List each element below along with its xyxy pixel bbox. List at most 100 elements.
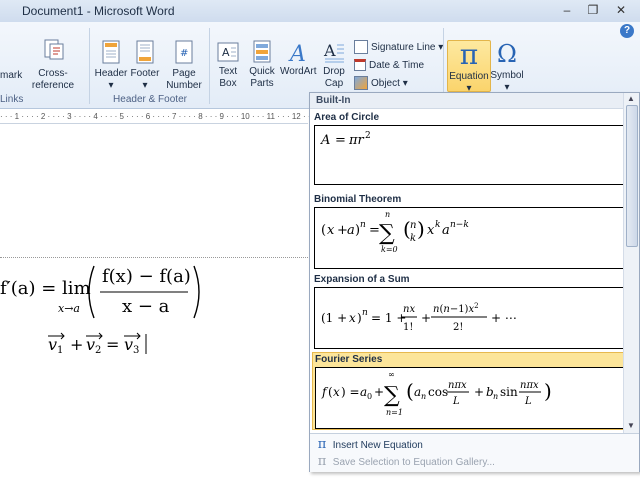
cross-reference-icon bbox=[42, 38, 64, 62]
insert-new-equation-label: Insert New Equation bbox=[332, 440, 423, 451]
svg-text:1: 1 bbox=[57, 345, 63, 356]
chevron-down-icon: ▾ bbox=[108, 80, 114, 91]
bookmark-button[interactable]: mark bbox=[0, 40, 22, 82]
svg-text:nπx: nπx bbox=[520, 380, 539, 391]
document-page[interactable]: f′(a) = lim x→a f(x) − f(a) x − a v1 + v… bbox=[0, 124, 308, 480]
svg-text:(1 +: (1 + bbox=[321, 311, 347, 325]
pi-icon: π bbox=[317, 437, 327, 452]
svg-text:k=0: k=0 bbox=[381, 245, 398, 254]
header-label: Header bbox=[94, 68, 128, 79]
svg-text:+: + bbox=[374, 385, 384, 399]
svg-text:n: n bbox=[410, 220, 416, 231]
horizontal-ruler[interactable]: · · · 1 · · · · 2 · · · · 3 · · · · 4 · … bbox=[0, 109, 315, 124]
svg-text:x: x bbox=[327, 223, 335, 238]
svg-text:nx: nx bbox=[403, 304, 415, 315]
equation-numerator: f(x) − f(a) bbox=[102, 266, 191, 287]
footer-label: Footer bbox=[130, 68, 160, 79]
svg-text:A: A bbox=[222, 46, 230, 59]
insert-new-equation-button[interactable]: π Insert New Equation bbox=[314, 437, 423, 453]
svg-text:πr: πr bbox=[348, 133, 365, 148]
svg-text:A: A bbox=[323, 41, 336, 60]
equation-preview: (1 + x) n = 1 + nx 1! + n(n−1)x2 2! + ⋯ bbox=[314, 287, 623, 349]
svg-text:+: + bbox=[421, 311, 431, 325]
svg-text:sin: sin bbox=[500, 385, 518, 399]
save-selection-button[interactable]: π Save Selection to Equation Gallery... bbox=[314, 454, 495, 470]
chevron-down-icon: ▾ bbox=[142, 80, 148, 91]
svg-text:3: 3 bbox=[133, 345, 139, 356]
gallery-item-label: Binomial Theorem bbox=[314, 194, 402, 205]
svg-text:2: 2 bbox=[95, 345, 101, 356]
svg-text:∑: ∑ bbox=[384, 383, 400, 408]
group-separator bbox=[209, 28, 210, 104]
quick-parts-button[interactable]: Quick Parts bbox=[245, 40, 279, 90]
date-time-button[interactable]: Date & Time bbox=[354, 58, 424, 74]
group-separator bbox=[89, 28, 90, 104]
svg-text:): ) bbox=[417, 217, 425, 241]
svg-text:v: v bbox=[48, 335, 57, 354]
equation-vector-sum[interactable]: v1 + v2 = v3 bbox=[48, 330, 158, 356]
minimize-button[interactable]: – bbox=[556, 2, 578, 18]
svg-text:L: L bbox=[524, 396, 532, 407]
signature-line-icon bbox=[354, 40, 368, 55]
equation-preview: A = πr 2 bbox=[314, 125, 623, 185]
svg-text:∞: ∞ bbox=[388, 370, 395, 379]
restore-button[interactable]: ❐ bbox=[582, 2, 604, 18]
wordart-button[interactable]: A WordArt bbox=[280, 40, 317, 78]
equation-button[interactable]: π Equation ▾ bbox=[447, 40, 491, 94]
gallery-item-fourier-series[interactable]: Fourier Series f(x) = a 0 + ∞ ∑ n=1 ( a n cos … bbox=[312, 352, 625, 430]
svg-text:L: L bbox=[452, 396, 460, 407]
equation-derivative[interactable]: f′(a) = lim x→a f(x) − f(a) x − a bbox=[0, 264, 300, 324]
object-button[interactable]: Object ▾ bbox=[354, 76, 408, 92]
scroll-up-icon[interactable]: ▲ bbox=[626, 94, 636, 104]
scrollbar-thumb[interactable] bbox=[626, 105, 638, 247]
signature-line-button[interactable]: Signature Line ▾ bbox=[354, 40, 443, 56]
footer-button[interactable]: Footer ▾ bbox=[128, 40, 162, 92]
page-number-button[interactable]: # Page Number bbox=[162, 40, 206, 92]
gallery-item-binomial-theorem[interactable]: Binomial Theorem (x + a) n = n ∑ k=0 (n k) x… bbox=[312, 193, 623, 269]
svg-text:(: ( bbox=[406, 379, 414, 403]
svg-text:) =: ) = bbox=[341, 385, 360, 399]
svg-text:A: A bbox=[288, 42, 306, 64]
svg-text:+: + bbox=[70, 335, 83, 354]
drop-cap-label: Drop Cap bbox=[323, 66, 345, 89]
equation-preview: (x + a) n = n ∑ k=0 (n k) xk a n−k bbox=[314, 207, 623, 269]
header-button[interactable]: Header ▾ bbox=[94, 40, 128, 92]
svg-text:n(n−1)x2: n(n−1)x2 bbox=[433, 302, 479, 315]
svg-text:A: A bbox=[320, 133, 330, 148]
cross-reference-label: Cross-reference bbox=[31, 68, 75, 91]
gallery-scrollbar[interactable]: ▲ ▼ bbox=[623, 93, 639, 433]
gallery-item-expansion-of-a-sum[interactable]: Expansion of a Sum (1 + x) n = 1 + nx 1! + … bbox=[312, 273, 623, 349]
equation-preview: f(x) = a 0 + ∞ ∑ n=1 ( a n cos nπx L + b n sin nπ… bbox=[315, 367, 624, 429]
svg-text:nπx: nπx bbox=[448, 380, 467, 391]
svg-text:(: ( bbox=[321, 223, 326, 238]
equation-limit-subscript: x→a bbox=[58, 302, 80, 315]
equation-lhs: f′(a) = lim bbox=[0, 278, 91, 299]
svg-text:2: 2 bbox=[365, 131, 371, 141]
text-box-button[interactable]: A Text Box bbox=[212, 40, 244, 90]
cross-reference-button[interactable]: Cross-reference bbox=[20, 38, 86, 92]
help-icon[interactable]: ? bbox=[620, 24, 634, 38]
header-footer-group-label: Header & Footer bbox=[113, 94, 187, 105]
signature-line-label: Signature Line bbox=[371, 42, 436, 53]
page-number-icon: # bbox=[174, 40, 194, 66]
svg-text:k: k bbox=[435, 220, 440, 230]
symbol-button[interactable]: Ω Symbol ▾ bbox=[490, 40, 524, 94]
object-label: Object bbox=[371, 78, 400, 89]
scroll-down-icon[interactable]: ▼ bbox=[626, 421, 636, 431]
svg-text:cos: cos bbox=[428, 385, 448, 399]
svg-text:(: ( bbox=[328, 385, 333, 399]
svg-text:x: x bbox=[427, 223, 435, 238]
drop-cap-button[interactable]: A Drop Cap bbox=[318, 40, 350, 90]
svg-text:0: 0 bbox=[367, 392, 372, 401]
gallery-item-label: Fourier Series bbox=[315, 354, 383, 365]
gallery-item-area-of-circle[interactable]: Area of Circle A = πr 2 bbox=[312, 111, 623, 185]
gallery-header: Built-In bbox=[310, 93, 623, 109]
window-title: Document1 - Microsoft Word bbox=[22, 4, 175, 18]
svg-text:n: n bbox=[362, 308, 368, 318]
svg-text:+ ⋯: + ⋯ bbox=[491, 311, 517, 325]
svg-text:n: n bbox=[421, 392, 426, 401]
close-button[interactable]: ✕ bbox=[610, 2, 632, 18]
drop-cap-icon: A bbox=[323, 40, 345, 64]
svg-text:n=1: n=1 bbox=[386, 408, 403, 417]
vector-sum-render: v1 + v2 = v3 bbox=[48, 332, 147, 356]
